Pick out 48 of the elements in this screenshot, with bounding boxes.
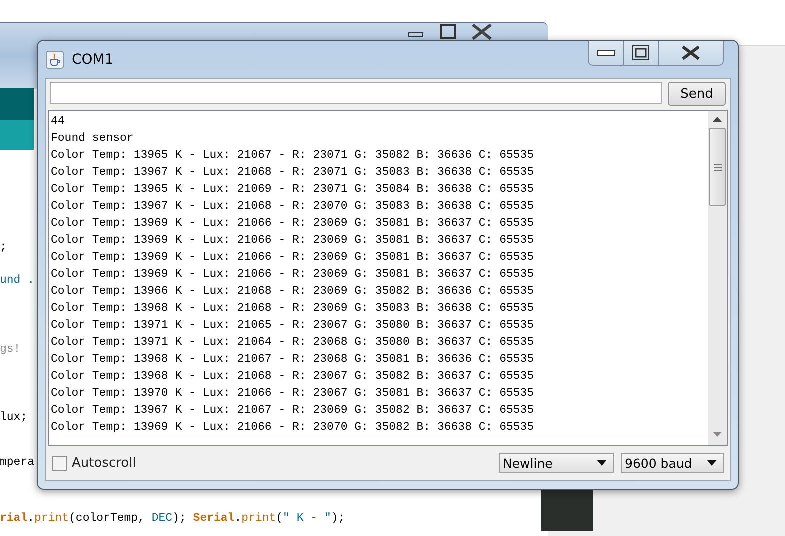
output-line: Color Temp: 13968 K - Lux: 21067 - R: 23068 G: 35081 B: 36636 C: 65535: [51, 352, 536, 368]
output-line: Color Temp: 13969 K - Lux: 21066 - R: 23069 G: 35081 B: 36637 C: 65535: [51, 250, 536, 266]
output-line: 44: [51, 114, 66, 130]
scrollbar[interactable]: [708, 111, 727, 445]
code-line: und .: [0, 273, 35, 289]
output-line: Color Temp: 13966 K - Lux: 21068 - R: 23069 G: 35082 B: 36636 C: 65535: [51, 284, 536, 300]
send-button[interactable]: Send: [668, 82, 726, 106]
autoscroll-checkbox[interactable]: Autoscroll: [52, 456, 136, 470]
maximize-icon: [632, 45, 650, 61]
baud-rate-dropdown[interactable]: 9600 baud: [621, 453, 724, 473]
output-line: Color Temp: 13971 K - Lux: 21065 - R: 23067 G: 35080 B: 36637 C: 65535: [51, 318, 536, 334]
tab-bar: [0, 120, 34, 150]
code-line: ;: [0, 240, 7, 256]
output-line: Color Temp: 13968 K - Lux: 21068 - R: 23067 G: 35082 B: 36637 C: 65535: [51, 369, 536, 385]
code-line: mpera: [0, 455, 35, 471]
output-line: Color Temp: 13967 K - Lux: 21068 - R: 23070 G: 35083 B: 36638 C: 65535: [51, 199, 536, 215]
scrollbar-thumb[interactable]: [709, 128, 726, 206]
output-line: Found sensor: [51, 131, 135, 147]
output-line: Color Temp: 13965 K - Lux: 21067 - R: 23071 G: 35082 B: 36636 C: 65535: [51, 148, 536, 164]
caret-icon: [597, 460, 607, 466]
minimize-button[interactable]: [589, 41, 624, 65]
close-button[interactable]: [659, 41, 723, 65]
output-line: Color Temp: 13970 K - Lux: 21066 - R: 23067 G: 35081 B: 36637 C: 65535: [51, 386, 536, 402]
window-title: COM1: [72, 52, 114, 68]
grip-icon: [714, 164, 722, 170]
maximize-icon[interactable]: [437, 24, 459, 40]
caret-icon: [707, 460, 717, 466]
maximize-button[interactable]: [624, 41, 659, 65]
minimize-icon: [597, 50, 615, 56]
close-icon[interactable]: [469, 24, 495, 40]
scroll-up-icon[interactable]: [713, 117, 722, 122]
output-line: Color Temp: 13967 K - Lux: 21067 - R: 23069 G: 35082 B: 36637 C: 65535: [51, 403, 536, 419]
output-line: Color Temp: 13965 K - Lux: 21069 - R: 23071 G: 35084 B: 36638 C: 65535: [51, 182, 536, 198]
toolbar: [0, 88, 34, 120]
scroll-down-icon[interactable]: [713, 432, 722, 437]
output-line: Color Temp: 13969 K - Lux: 21066 - R: 23070 G: 35082 B: 36638 C: 65535: [51, 420, 536, 436]
output-line: Color Temp: 13969 K - Lux: 21066 - R: 23069 G: 35081 B: 36637 C: 65535: [51, 267, 536, 283]
output-line: Color Temp: 13969 K - Lux: 21066 - R: 23069 G: 35081 B: 36637 C: 65535: [51, 233, 536, 249]
output-line: Color Temp: 13969 K - Lux: 21066 - R: 23069 G: 35081 B: 36637 C: 65535: [51, 216, 536, 232]
code-line: rial.print(colorTemp, DEC); Serial.print(" K - ");: [0, 511, 346, 527]
code-line: gs!: [0, 342, 21, 358]
line-ending-dropdown[interactable]: Newline: [499, 453, 614, 473]
cup-icon: [46, 50, 64, 68]
output-line: Color Temp: 13967 K - Lux: 21068 - R: 23071 G: 35083 B: 36638 C: 65535: [51, 165, 536, 181]
code-line: lux;: [0, 410, 28, 426]
close-icon: [680, 46, 702, 60]
output-line: Color Temp: 13968 K - Lux: 21068 - R: 23069 G: 35083 B: 36638 C: 65535: [51, 301, 536, 317]
output-line: Color Temp: 13971 K - Lux: 21064 - R: 23068 G: 35080 B: 36637 C: 65535: [51, 335, 536, 351]
